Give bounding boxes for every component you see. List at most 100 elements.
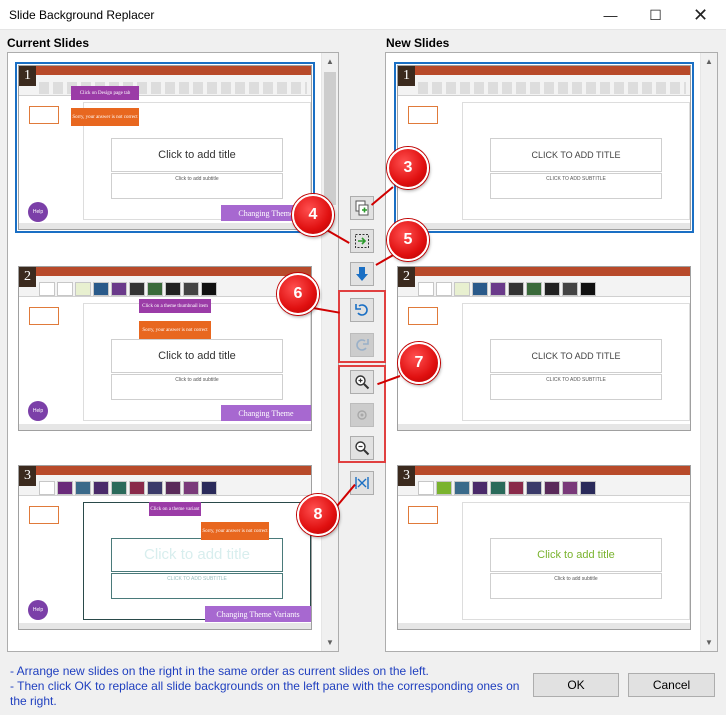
maximize-icon: ☐ [649, 6, 662, 23]
slide-title: Click to add title [490, 537, 662, 572]
slide-number: 3 [19, 466, 36, 486]
annotation-badge-6: 6 [277, 273, 319, 315]
annotation-badge-4: 4 [292, 194, 334, 236]
slide-thumbnail [29, 307, 59, 325]
minimize-icon: — [603, 7, 618, 23]
maximize-button[interactable]: ☐ [633, 0, 678, 30]
ribbon [398, 466, 690, 496]
close-button[interactable]: ✕ [678, 0, 723, 30]
callout-feedback: Sorry, your answer is not correct [71, 108, 139, 126]
zoom-reset-button[interactable] [350, 403, 374, 427]
undo-button[interactable] [350, 298, 374, 322]
help-badge: Help [28, 401, 48, 421]
slide-subtitle: CLICK TO ADD SUBTITLE [490, 373, 662, 400]
slide-number: 1 [19, 66, 36, 86]
ribbon [19, 466, 311, 496]
slide-number: 2 [398, 267, 415, 287]
slide-banner: Changing Theme Variants [205, 606, 311, 622]
annotation-badge-3: 3 [387, 147, 429, 189]
new-slides-label: New Slides [386, 36, 450, 50]
copy-slide-icon [355, 200, 369, 216]
slide-title: Click to add title [111, 537, 283, 572]
theme-gallery [39, 282, 217, 296]
zoom-out-icon [355, 441, 370, 456]
window-title: Slide Background Replacer [9, 8, 155, 22]
callout-instruction: Click on Design page tab [71, 86, 139, 100]
close-icon: ✕ [692, 4, 709, 25]
theme-variant-gallery [418, 481, 596, 495]
current-slide-2[interactable]: 2 Click to add title Click to add subtit… [18, 266, 312, 431]
slide-canvas: CLICK TO ADD TITLE CLICK TO ADD SUBTITLE [462, 303, 690, 421]
theme-gallery [418, 282, 596, 296]
annotation-badge-5: 5 [387, 219, 429, 261]
ok-button[interactable]: OK [533, 673, 619, 697]
callout-feedback: Sorry, your answer is not correct [139, 321, 211, 339]
new-slide-3[interactable]: 3 Click to add title Click to add subtit… [397, 465, 691, 630]
new-slide-1[interactable]: 1 CLICK TO ADD TITLE CLICK TO ADD SUBTIT… [394, 62, 694, 233]
slide-subtitle: Click to add subtitle [111, 373, 283, 400]
undo-icon [355, 304, 368, 316]
callout-feedback: Sorry, your answer is not correct [201, 522, 269, 540]
slide-thumbnail [29, 106, 59, 124]
instructions: - Arrange new slides on the right in the… [10, 664, 530, 709]
slide-canvas: Click to add title Click to add subtitle [462, 502, 690, 620]
title-bar: Slide Background Replacer — ☐ ✕ [0, 0, 726, 30]
current-slide-1[interactable]: 1 Click to add title Click to add subtit… [15, 62, 315, 233]
help-badge: Help [28, 600, 48, 620]
current-slides-pane[interactable]: 1 Click to add title Click to add subtit… [7, 52, 339, 652]
right-scrollbar[interactable]: ▲ ▼ [700, 53, 717, 651]
callout-instruction: Click on a theme thumbnail item [139, 299, 211, 313]
ribbon [19, 66, 311, 96]
slide-subtitle: Click to add subtitle [490, 572, 662, 599]
slide-number: 2 [19, 267, 36, 287]
copy-slide-button[interactable] [350, 196, 374, 220]
instruction-line-1: - Arrange new slides on the right in the… [10, 664, 429, 678]
annotation-badge-7: 7 [398, 342, 440, 384]
slide-canvas: Click to add title CLICK TO ADD SUBTITLE [83, 502, 311, 620]
ribbon [398, 267, 690, 297]
select-slide-button[interactable] [350, 229, 374, 253]
slide-title: CLICK TO ADD TITLE [490, 137, 662, 172]
redo-icon [356, 339, 369, 351]
slide-title: Click to add title [111, 338, 283, 373]
slide-number: 1 [398, 66, 415, 86]
slide-subtitle: CLICK TO ADD SUBTITLE [111, 572, 283, 599]
select-slide-icon [355, 234, 369, 248]
slide-subtitle: Click to add subtitle [111, 172, 283, 199]
slide-thumbnail [408, 506, 438, 524]
fit-icon [355, 477, 369, 489]
scroll-up-arrow-icon[interactable]: ▲ [701, 53, 717, 70]
slide-title: CLICK TO ADD TITLE [490, 338, 662, 373]
theme-variant-gallery [39, 481, 217, 495]
ribbon [398, 66, 690, 96]
redo-button[interactable] [350, 333, 374, 357]
slide-thumbnail [408, 307, 438, 325]
slide-thumbnail [408, 106, 438, 124]
move-down-button[interactable] [350, 262, 374, 286]
instruction-line-2: - Then click OK to replace all slide bac… [10, 679, 520, 708]
left-scrollbar[interactable]: ▲ ▼ [321, 53, 338, 651]
annotation-leader-8 [336, 483, 356, 507]
slide-title: Click to add title [111, 137, 283, 172]
ribbon [19, 267, 311, 297]
slide-thumbnail [29, 506, 59, 524]
annotation-badge-8: 8 [297, 494, 339, 536]
move-down-icon [356, 267, 368, 281]
zoom-in-button[interactable] [350, 370, 374, 394]
slide-canvas: CLICK TO ADD TITLE CLICK TO ADD SUBTITLE [462, 102, 690, 220]
slide-subtitle: CLICK TO ADD SUBTITLE [490, 172, 662, 199]
zoom-in-icon [355, 375, 370, 390]
scroll-thumb[interactable] [324, 72, 336, 205]
slide-number: 3 [398, 466, 415, 486]
zoom-reset-icon [357, 410, 367, 420]
current-slide-3[interactable]: 3 Click to add title CLICK TO ADD SUBTIT… [18, 465, 312, 630]
current-slides-label: Current Slides [7, 36, 90, 50]
minimize-button[interactable]: — [588, 0, 633, 30]
scroll-up-arrow-icon[interactable]: ▲ [322, 53, 338, 70]
new-slide-2[interactable]: 2 CLICK TO ADD TITLE CLICK TO ADD SUBTIT… [397, 266, 691, 431]
scroll-down-arrow-icon[interactable]: ▼ [701, 634, 717, 651]
scroll-down-arrow-icon[interactable]: ▼ [322, 634, 338, 651]
zoom-out-button[interactable] [350, 436, 374, 460]
slide-banner: Changing Theme [221, 405, 311, 421]
cancel-button[interactable]: Cancel [628, 673, 715, 697]
